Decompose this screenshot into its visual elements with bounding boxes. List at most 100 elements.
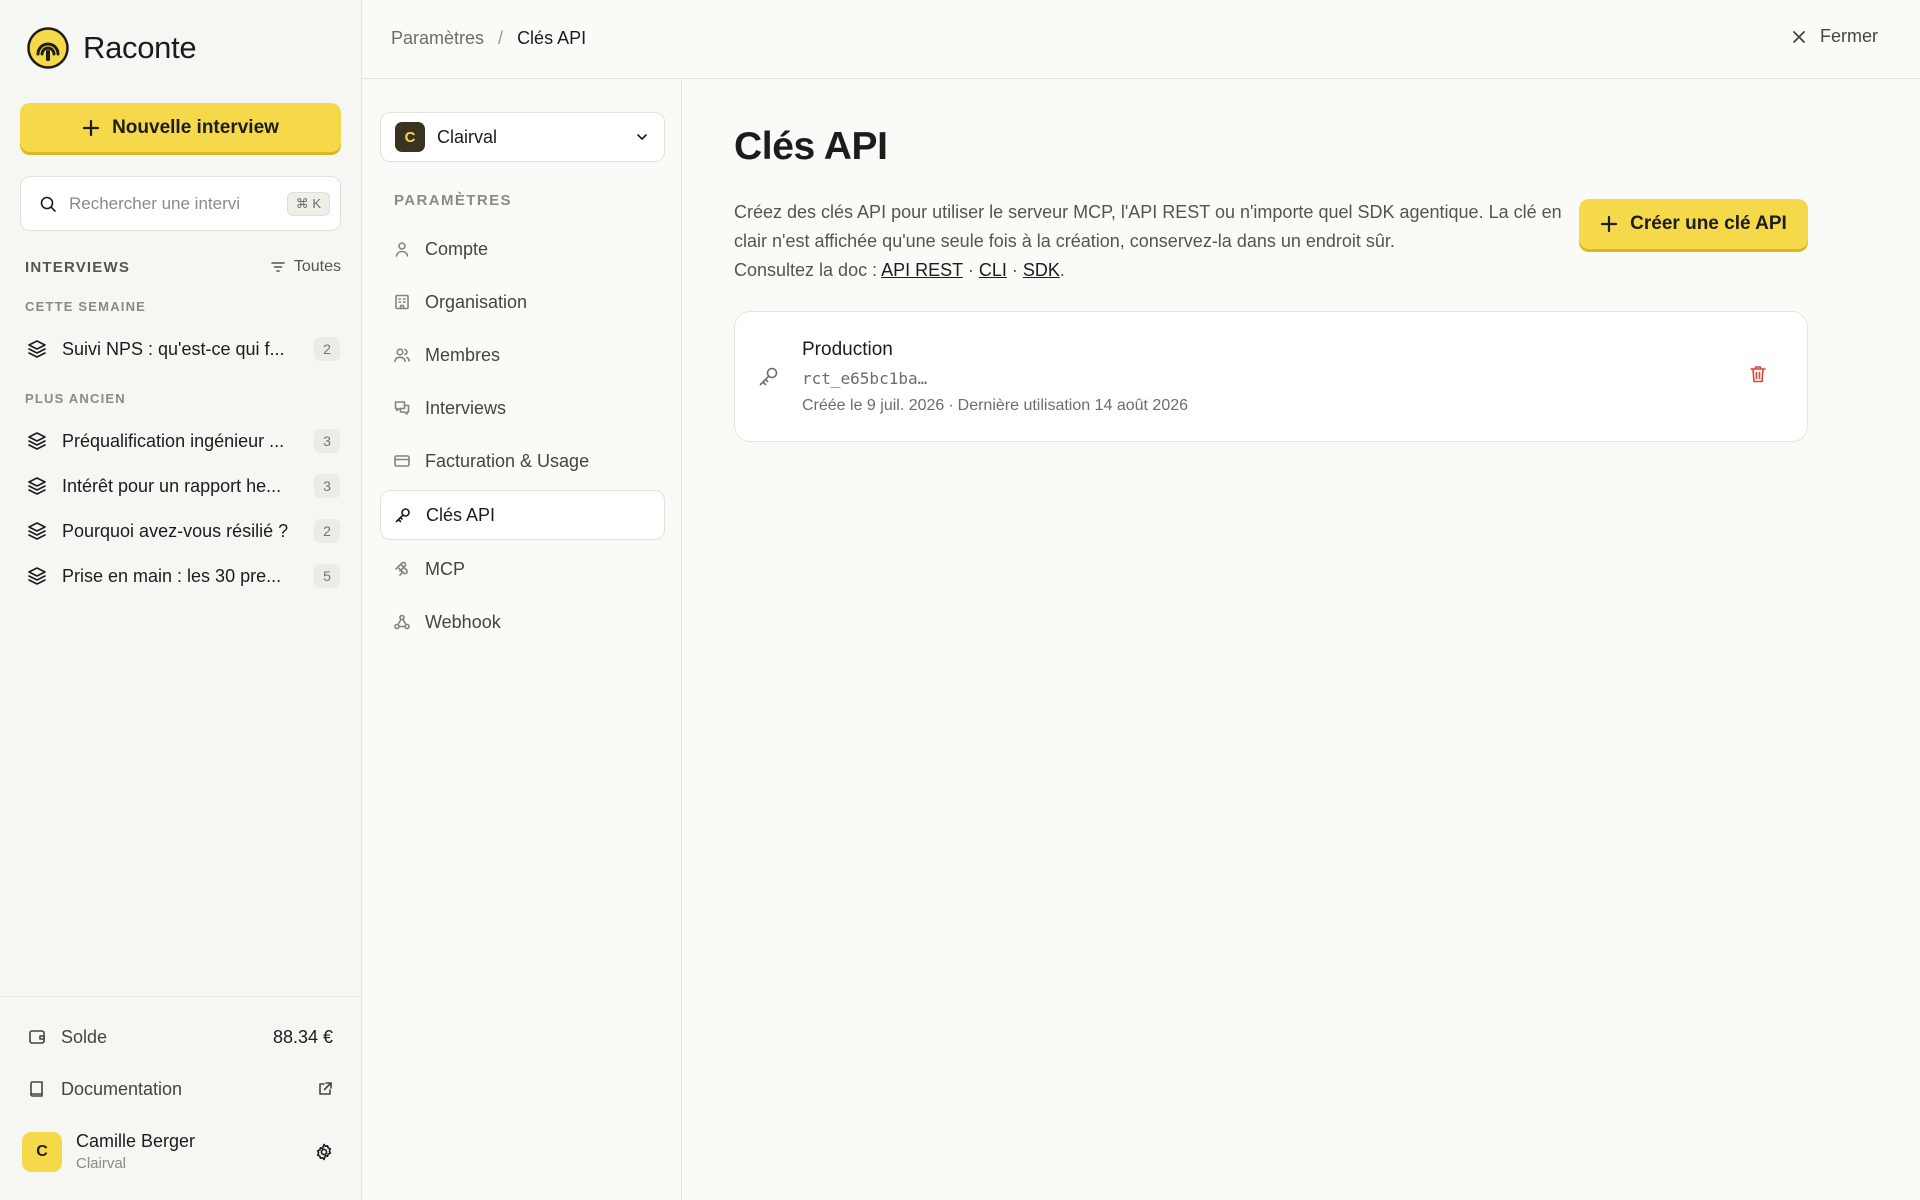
settings-nav-item-mcp[interactable]: MCP bbox=[380, 544, 665, 594]
api-key-last-used: Dernière utilisation 14 août 2026 bbox=[957, 397, 1189, 414]
user-org: Clairval bbox=[76, 1155, 127, 1172]
settings-nav-item-account[interactable]: Compte bbox=[380, 224, 665, 274]
settings-nav-label: MCP bbox=[425, 558, 465, 579]
settings-nav-item-api-keys[interactable]: Clés API bbox=[380, 490, 665, 540]
interview-list-item[interactable]: Prise en main : les 30 pre... 5 bbox=[26, 559, 340, 593]
settings-nav-label: Webhook bbox=[425, 611, 501, 632]
api-keys-page: Clés API Créez des clés API pour utilise… bbox=[683, 80, 1920, 1200]
settings-nav-label: Interviews bbox=[425, 397, 507, 418]
interviews-filter-button[interactable]: Toutes bbox=[270, 258, 341, 276]
breadcrumb: Paramètres / Clés API bbox=[391, 28, 586, 49]
user-name: Camille Berger bbox=[76, 1131, 196, 1151]
create-api-key-label: Créer une clé API bbox=[1630, 213, 1787, 234]
new-interview-button[interactable]: Nouvelle interview bbox=[20, 103, 341, 152]
documentation-link[interactable]: Documentation bbox=[27, 1074, 333, 1104]
chevron-down-icon bbox=[634, 129, 650, 145]
api-key-meta: Créée le 9 juil. 2026 · Dernière utilisati… bbox=[802, 397, 1188, 415]
delete-api-key-button[interactable] bbox=[1747, 363, 1769, 385]
user-profile[interactable]: C Camille Berger Clairval bbox=[22, 1131, 334, 1172]
plus-icon bbox=[82, 119, 100, 137]
layers-icon bbox=[26, 338, 48, 360]
filter-icon bbox=[270, 259, 286, 275]
api-key-prefix: rct_e65bc1ba… bbox=[802, 369, 928, 388]
create-api-key-button[interactable]: Créer une clé API bbox=[1579, 199, 1808, 249]
settings-nav-label: Facturation & Usage bbox=[425, 450, 590, 471]
group-label-this-week: CETTE SEMAINE bbox=[25, 299, 147, 314]
settings-nav-item-interviews[interactable]: Interviews bbox=[380, 383, 665, 433]
balance-row[interactable]: Solde 88.34 € bbox=[27, 1022, 333, 1052]
settings-nav-label: Clés API bbox=[426, 504, 496, 525]
brand-name: Raconte bbox=[83, 30, 197, 65]
settings-nav-item-members[interactable]: Membres bbox=[380, 330, 665, 380]
new-interview-label: Nouvelle interview bbox=[112, 116, 279, 138]
org-selector[interactable]: C Clairval bbox=[380, 112, 665, 162]
search-input[interactable] bbox=[69, 193, 275, 214]
layers-icon bbox=[26, 475, 48, 497]
settings-nav-item-billing[interactable]: Facturation & Usage bbox=[380, 436, 665, 486]
brand[interactable]: Raconte bbox=[27, 27, 197, 69]
app-sidebar: Raconte Nouvelle interview ⌘ K INTERVIEW… bbox=[0, 0, 362, 1200]
interview-list-item[interactable]: Pourquoi avez-vous résilié ? 2 bbox=[26, 514, 340, 548]
settings-nav-label: Membres bbox=[425, 344, 501, 365]
api-key-created: Créée le 9 juil. 2026 bbox=[802, 397, 945, 414]
interview-count-badge: 5 bbox=[314, 564, 340, 588]
raconte-logo-icon bbox=[27, 27, 69, 69]
filter-label: Toutes bbox=[293, 258, 341, 275]
trash-icon bbox=[1747, 363, 1769, 385]
user-info: Camille Berger Clairval bbox=[76, 1131, 300, 1172]
chat-icon bbox=[393, 399, 411, 417]
breadcrumb-current: Clés API bbox=[517, 28, 587, 48]
close-button[interactable]: Fermer bbox=[1790, 26, 1878, 47]
interview-title: Préqualification ingénieur ... bbox=[62, 430, 285, 451]
gear-icon[interactable] bbox=[314, 1142, 334, 1162]
doc-prefix: Consultez la doc : bbox=[734, 260, 878, 280]
interviews-section-header: INTERVIEWS Toutes bbox=[25, 258, 341, 276]
close-label: Fermer bbox=[1820, 26, 1878, 46]
interview-title: Pourquoi avez-vous résilié ? bbox=[62, 520, 289, 541]
page-title: Clés API bbox=[734, 125, 888, 168]
user-icon bbox=[393, 240, 411, 258]
interview-list-item[interactable]: Intérêt pour un rapport he... 3 bbox=[26, 469, 340, 503]
external-link-icon bbox=[317, 1081, 333, 1097]
interview-count-badge: 3 bbox=[314, 474, 340, 498]
doc-link-sdk[interactable]: SDK bbox=[1023, 260, 1060, 280]
avatar: C bbox=[22, 1131, 62, 1172]
webhook-icon bbox=[393, 613, 411, 631]
settings-nav-item-webhook[interactable]: Webhook bbox=[380, 597, 665, 647]
interview-count-badge: 3 bbox=[314, 429, 340, 453]
doc-link-rest-api[interactable]: API REST bbox=[881, 260, 963, 280]
settings-nav-label: Organisation bbox=[425, 291, 528, 312]
building-icon bbox=[393, 293, 411, 311]
key-icon bbox=[757, 364, 781, 388]
credit-card-icon bbox=[393, 452, 411, 470]
interview-count-badge: 2 bbox=[314, 337, 340, 361]
balance-label: Solde bbox=[61, 1026, 108, 1047]
mcp-icon bbox=[393, 560, 411, 578]
settings-nav: C Clairval PARAMÈTRES Compte Organisatio… bbox=[362, 80, 682, 1200]
breadcrumb-settings[interactable]: Paramètres bbox=[391, 28, 484, 49]
page-description: Créez des clés API pour utiliser le serv… bbox=[734, 198, 1564, 285]
balance-value: 88.34 € bbox=[272, 1026, 333, 1047]
description-end: . bbox=[1059, 260, 1065, 280]
interview-list-item[interactable]: Suivi NPS : qu'est-ce qui f... 2 bbox=[26, 332, 340, 366]
settings-nav-label: Compte bbox=[425, 238, 489, 259]
layers-icon bbox=[26, 430, 48, 452]
documentation-label: Documentation bbox=[61, 1078, 183, 1099]
layers-icon bbox=[26, 565, 48, 587]
settings-nav-title: PARAMÈTRES bbox=[394, 192, 512, 209]
doc-link-separator: · bbox=[967, 260, 974, 280]
close-icon bbox=[1790, 28, 1808, 46]
doc-link-cli[interactable]: CLI bbox=[979, 260, 1007, 280]
interview-title: Prise en main : les 30 pre... bbox=[62, 565, 282, 586]
interview-list-item[interactable]: Préqualification ingénieur ... 3 bbox=[26, 424, 340, 458]
interview-count-badge: 2 bbox=[314, 519, 340, 543]
wallet-icon bbox=[27, 1027, 47, 1047]
interview-title: Suivi NPS : qu'est-ce qui f... bbox=[62, 338, 285, 359]
search-box[interactable]: ⌘ K bbox=[20, 176, 341, 231]
book-icon bbox=[27, 1079, 47, 1099]
api-key-name: Production bbox=[802, 339, 893, 360]
api-key-card: Production rct_e65bc1ba… Créée le 9 juil… bbox=[734, 311, 1808, 442]
search-shortcut-badge: ⌘ K bbox=[286, 191, 330, 216]
users-icon bbox=[393, 346, 411, 364]
settings-nav-item-organization[interactable]: Organisation bbox=[380, 277, 665, 327]
